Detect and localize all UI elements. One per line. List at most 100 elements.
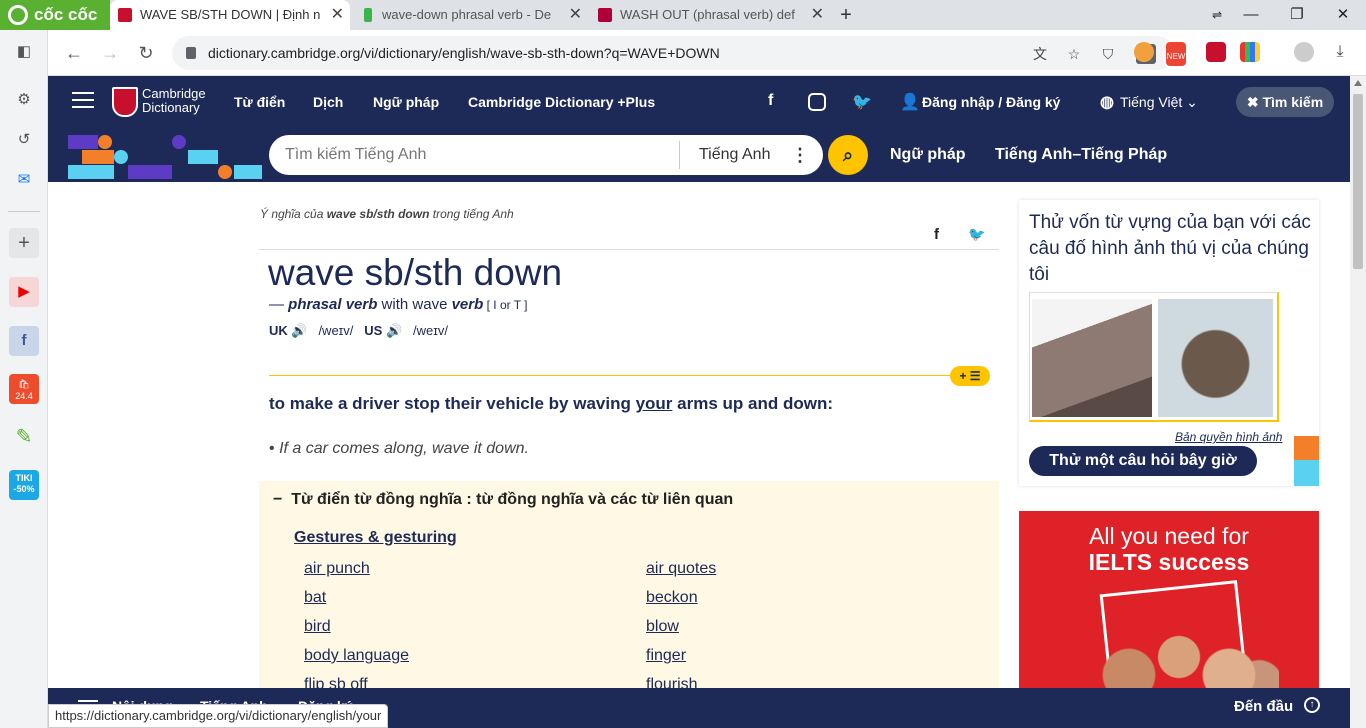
- book-favicon-icon: [598, 8, 612, 22]
- dictionary-language-select[interactable]: Tiếng Anh: [699, 135, 770, 175]
- related-word-link[interactable]: body language: [304, 647, 409, 665]
- settings-gear-icon[interactable]: ⚙: [9, 85, 39, 115]
- add-to-wordlist-button[interactable]: + ☰: [950, 366, 990, 386]
- related-word-link[interactable]: beckon: [646, 589, 698, 607]
- divider: [259, 249, 999, 250]
- instagram-icon[interactable]: [808, 93, 826, 111]
- bullet: •: [269, 440, 275, 457]
- pos-verb-link[interactable]: verb: [452, 296, 484, 313]
- extension-grid-icon[interactable]: [1240, 42, 1260, 62]
- profile-avatar[interactable]: [1294, 42, 1314, 62]
- history-icon[interactable]: ↺: [9, 125, 39, 155]
- coccoc-logo[interactable]: cốc cốc: [0, 0, 110, 30]
- related-word-link[interactable]: bird: [304, 618, 331, 636]
- share-twitter-icon[interactable]: 🐦: [968, 226, 985, 243]
- nav-translate[interactable]: Dịch: [313, 76, 343, 128]
- shopee-icon[interactable]: 🛍 24.4: [9, 374, 39, 404]
- related-word-link[interactable]: flip sb off: [304, 676, 368, 688]
- coccoc-extension-icon[interactable]: ✎: [9, 422, 39, 452]
- panel-toggle-icon[interactable]: ◧: [9, 37, 39, 67]
- image-credits-link[interactable]: Bản quyền hình ảnh: [1175, 430, 1282, 444]
- related-word-link[interactable]: air quotes: [646, 560, 716, 578]
- collapse-icon[interactable]: −: [273, 491, 282, 508]
- close-window-icon[interactable]: ✕: [1320, 0, 1366, 30]
- deco-block: [1294, 436, 1319, 460]
- try-quiz-button[interactable]: Thử một câu hỏi bây giờ: [1029, 446, 1257, 476]
- more-options-icon[interactable]: ⋮: [791, 135, 809, 175]
- back-to-top-link[interactable]: Đến đầu: [1234, 698, 1293, 715]
- subnav-english-french[interactable]: Tiếng Anh–Tiếng Pháp: [995, 128, 1167, 182]
- quiz-images[interactable]: [1029, 292, 1279, 422]
- tab-close-icon[interactable]: ✕: [569, 0, 582, 30]
- part-of-speech: — phrasal verb with wave verb [ I or T ]: [269, 296, 528, 313]
- deco-dot: [218, 165, 232, 179]
- shopee-label: 24.4: [15, 391, 33, 401]
- scroll-up-icon[interactable]: [1354, 80, 1362, 86]
- tab-close-icon[interactable]: ✕: [331, 0, 344, 30]
- globe-icon: ◍: [1100, 94, 1114, 111]
- definition-link-your[interactable]: your: [636, 394, 673, 413]
- breadcrumb-pre: Ý nghĩa của: [260, 207, 327, 221]
- bookmark-star-icon[interactable]: ☆: [1064, 44, 1084, 64]
- thesaurus-category-link[interactable]: Gestures & gesturing: [294, 529, 457, 547]
- lock-icon: [186, 47, 196, 59]
- ielts-advertisement[interactable]: All you need for IELTS success: [1019, 511, 1319, 688]
- share-facebook-icon[interactable]: f: [934, 226, 939, 243]
- ad-people-image: [1079, 621, 1279, 688]
- youtube-icon[interactable]: ▶: [9, 277, 39, 307]
- search-submit-icon[interactable]: ⌕: [828, 135, 868, 175]
- uk-audio-icon[interactable]: 🔊: [291, 323, 307, 338]
- omnibox[interactable]: dictionary.cambridge.org/vi/dictionary/e…: [172, 36, 1174, 70]
- thesaurus-heading[interactable]: − Từ điển từ đồng nghĩa : từ đồng nghĩa …: [273, 491, 733, 509]
- download-icon[interactable]: ⤓: [1330, 42, 1350, 62]
- header-search-button[interactable]: ✖ Tìm kiếm: [1236, 87, 1334, 117]
- search-input[interactable]: Tìm kiếm Tiếng Anh: [285, 135, 426, 175]
- tab-close-icon[interactable]: ✕: [811, 0, 824, 30]
- user-icon[interactable]: 👤: [900, 92, 920, 112]
- nav-grammar[interactable]: Ngữ pháp: [373, 76, 439, 128]
- scroll-thumb[interactable]: [1353, 94, 1363, 269]
- messenger-icon[interactable]: ✉: [9, 165, 39, 195]
- subnav-grammar[interactable]: Ngữ pháp: [890, 128, 966, 182]
- us-audio-icon[interactable]: 🔊: [386, 323, 402, 338]
- related-word-link[interactable]: air punch: [304, 560, 370, 578]
- tab-wave-down[interactable]: wave-down phrasal verb - De ✕: [352, 0, 588, 30]
- extension-red-icon[interactable]: [1206, 42, 1226, 62]
- twitter-icon[interactable]: 🐦: [852, 92, 872, 112]
- page-scrollbar[interactable]: [1350, 76, 1366, 728]
- breadcrumb: Ý nghĩa của wave sb/sth down trong tiếng…: [260, 207, 514, 221]
- facebook-icon[interactable]: f: [9, 326, 39, 356]
- hamburger-menu-icon[interactable]: [72, 92, 94, 108]
- url-text[interactable]: dictionary.cambridge.org/vi/dictionary/e…: [208, 36, 720, 70]
- forward-arrow-icon[interactable]: →: [98, 41, 122, 65]
- reload-icon[interactable]: ↻: [134, 41, 158, 65]
- language-selector[interactable]: Tiếng Việt ⌄: [1120, 76, 1198, 128]
- nav-dictionary[interactable]: Từ điển: [234, 76, 285, 128]
- shield-icon[interactable]: ⛉: [1098, 44, 1118, 64]
- extension-new-icon[interactable]: NEW: [1166, 42, 1186, 66]
- example-text: If a car comes along, wave it down.: [279, 440, 529, 457]
- tab-cambridge[interactable]: WAVE SB/STH DOWN | Định n ✕: [110, 0, 350, 30]
- related-word-link[interactable]: flourish: [646, 676, 698, 688]
- cambridge-crest-icon[interactable]: [112, 87, 138, 117]
- tiki-icon[interactable]: TIKI -50%: [9, 470, 39, 500]
- minimize-icon[interactable]: —: [1228, 0, 1274, 30]
- search-button-label: Tìm kiếm: [1262, 94, 1324, 110]
- thesaurus-heading-text: Từ điển từ đồng nghĩa : từ đồng nghĩa và…: [291, 491, 734, 508]
- arrow-up-icon[interactable]: ↑: [1304, 697, 1320, 713]
- restore-icon[interactable]: ❐: [1274, 0, 1320, 30]
- related-word-link[interactable]: blow: [646, 618, 679, 636]
- translate-icon[interactable]: 文: [1030, 44, 1050, 64]
- tab-wash-out[interactable]: WASH OUT (phrasal verb) def ✕: [590, 0, 830, 30]
- cambridge-logo[interactable]: Cambridge Dictionary: [142, 87, 206, 115]
- back-arrow-icon[interactable]: ←: [62, 41, 86, 65]
- example: • If a car comes along, wave it down.: [269, 440, 529, 458]
- add-app-icon[interactable]: +: [9, 228, 39, 258]
- facebook-icon[interactable]: f: [768, 92, 773, 110]
- related-word-link[interactable]: finger: [646, 647, 686, 665]
- nav-plus[interactable]: Cambridge Dictionary +Plus: [468, 76, 655, 128]
- new-tab-icon[interactable]: +: [834, 0, 858, 30]
- login-link[interactable]: Đăng nhập / Đăng ký: [922, 76, 1060, 128]
- extension-chrome-icon[interactable]: [1134, 42, 1154, 62]
- related-word-link[interactable]: bat: [304, 589, 326, 607]
